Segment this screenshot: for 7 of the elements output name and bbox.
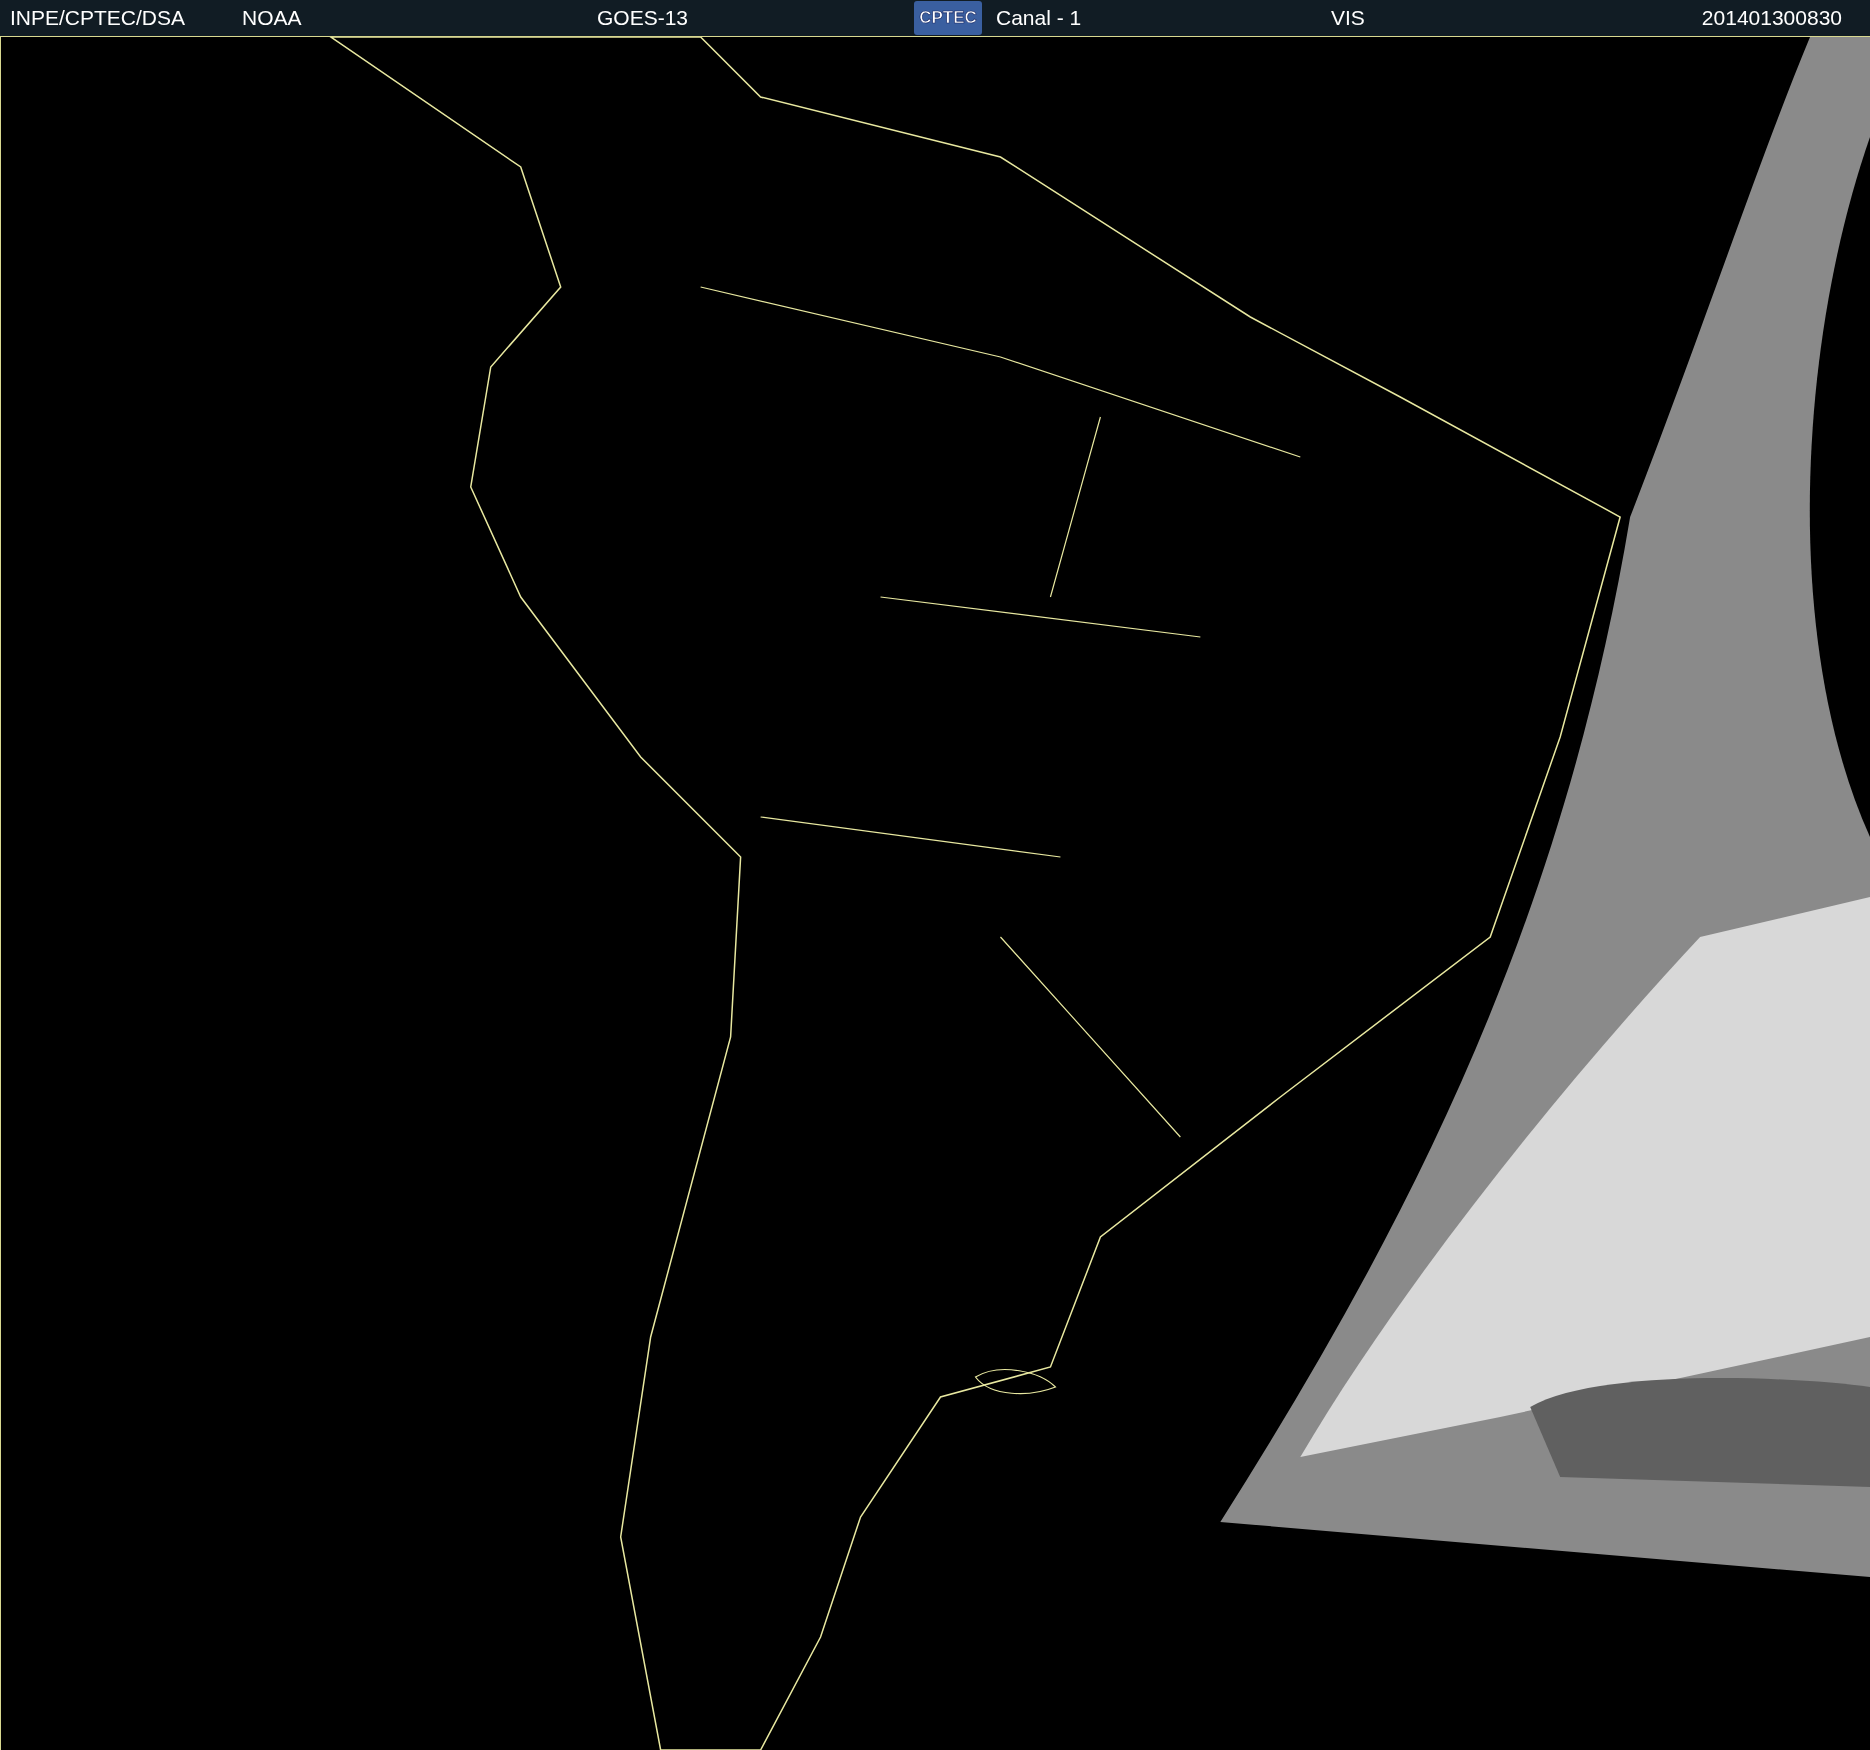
header-label: NOAA [242,6,303,30]
header-label: 201401300830 [1700,6,1842,30]
header-label: INPE/CPTEC/DSA [10,6,187,30]
header-label: GOES-13 [597,6,690,30]
header-label: Canal - 1 [996,6,1083,30]
logo-text: CPTEC [919,8,977,28]
header-label: VIS [1331,6,1366,30]
